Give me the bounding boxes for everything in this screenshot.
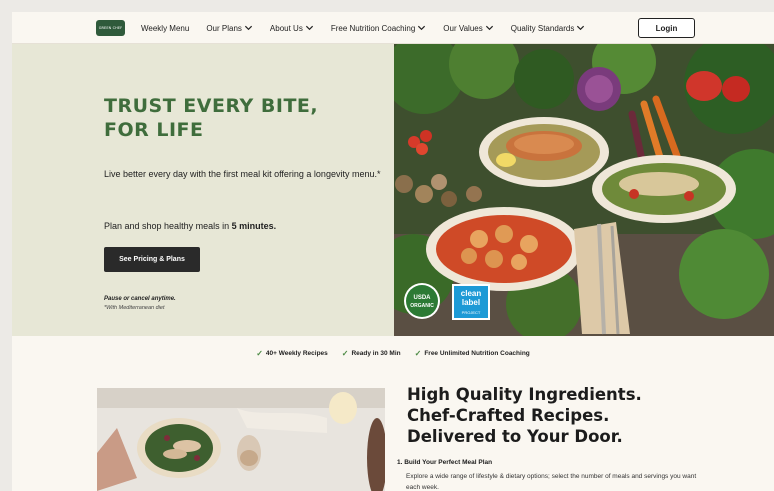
benefit-text: 40+ Weekly Recipes [265,349,328,357]
meal-table-illustration [97,388,385,491]
benefit-text: Free Unlimited Nutrition Coaching [424,349,530,357]
nav-item-label: Our Values [443,23,483,33]
check-icon: ✓ [256,348,263,358]
step-1-description: Explore a wide range of lifestyle & diet… [406,473,697,491]
clean-label-line3: PROJECT [462,310,481,315]
meal-table-photo [97,388,385,491]
usda-badge-line2: ORGANIC [410,303,434,309]
top-nav: GREEN CHEF Weekly Menu Our Plans About Us F… [12,12,774,44]
hero-plan-text: Plan and shop healthy meals in 5 minutes… [104,221,276,231]
clean-label-line2: label [462,298,480,307]
login-button[interactable]: Login [638,18,695,38]
benefit-badge: ✓ 40+ Weekly Recipes [256,349,328,358]
nav-menu: Weekly Menu Our Plans About Us Free Nutriti… [141,12,602,44]
hero-subtitle: Live better every day with the first mea… [104,169,381,179]
nav-item-label: Quality Standards [510,23,575,33]
hero-panel: TRUST EVERY BITE, FOR LIFE Live better e… [12,44,394,336]
plan-prefix: Plan and shop healthy meals in [104,221,232,231]
nav-item-our-plans[interactable]: Our Plans [206,24,253,33]
nav-item-about-us[interactable]: About Us [270,24,314,33]
check-icon: ✓ [341,348,349,358]
page: GREEN CHEF Weekly Menu Our Plans About Us F… [12,12,774,491]
benefits-bar: ✓ 40+ Weekly Recipes ✓ Ready in 30 Min ✓ Free… [12,336,774,370]
features-title: High Quality Ingredients. Chef-Crafted R… [407,385,642,446]
chevron-down-icon [485,25,493,31]
nav-item-label: Weekly Menu [141,23,190,33]
check-icon: ✓ [414,348,422,358]
chevron-down-icon [305,25,313,31]
nav-item-our-values[interactable]: Our Values [443,24,493,33]
chevron-down-icon [244,25,252,31]
benefit-badge: ✓ Ready in 30 Min [342,349,401,358]
nav-item-quality-standards[interactable]: Quality Standards [511,24,586,33]
chevron-down-icon [418,25,426,31]
usda-badge-line1: USDA [413,295,431,301]
clean-label-line1: clean [461,289,482,298]
food-illustration: USDA ORGANIC clean label PROJECT [394,44,774,336]
step-1-title: 1. Build Your Perfect Meal Plan [397,459,493,466]
diet-footnote: *With Mediterranean diet [104,305,165,311]
brand-logo[interactable]: GREEN CHEF [96,20,125,36]
hero-food-photo: USDA ORGANIC clean label PROJECT [394,44,774,336]
plan-bold: 5 minutes. [231,221,277,231]
nav-item-free-nutrition-coaching[interactable]: Free Nutrition Coaching [331,24,426,33]
benefit-badge: ✓ Free Unlimited Nutrition Coaching [415,349,530,358]
pause-note: Pause or cancel anytime. [104,296,176,302]
nav-item-weekly-menu[interactable]: Weekly Menu [141,24,189,33]
nav-item-label: Our Plans [206,23,242,33]
see-pricing-button[interactable]: See Pricing & Plans [104,247,200,272]
logo-text: GREEN CHEF [98,26,123,30]
hero-title: TRUST EVERY BITE, FOR LIFE [104,95,319,141]
nav-item-label: Free Nutrition Coaching [330,23,416,33]
benefit-text: Ready in 30 Min [351,349,401,357]
chevron-down-icon [577,25,585,31]
nav-item-label: About Us [269,23,303,33]
